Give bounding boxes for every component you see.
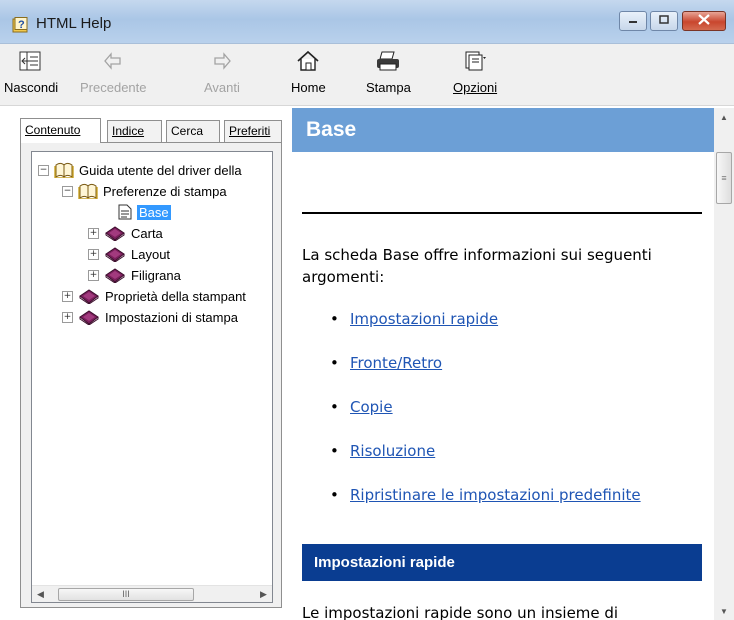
open-book-icon (54, 162, 74, 178)
list-item: Ripristinare le impostazioni predefinite (322, 486, 712, 530)
contents-panel: − Guida utente del driver della − Prefer… (20, 142, 282, 608)
page-icon (118, 204, 132, 220)
close-icon (698, 12, 710, 30)
tree-item-root[interactable]: − Guida utente del driver della (38, 160, 242, 180)
navigation-tabs: Contenuto Indice Cerca Preferiti (20, 118, 282, 143)
navigation-pane: Contenuto Indice Cerca Preferiti − Guida… (20, 118, 282, 608)
topic-list: Impostazioni rapide Fronte/Retro Copie R… (322, 310, 712, 530)
book-icon (78, 288, 100, 304)
divider (302, 212, 702, 214)
link-restore-defaults[interactable]: Ripristinare le impostazioni predefinite (350, 486, 641, 504)
minimize-icon (628, 12, 638, 30)
svg-text:?: ? (18, 19, 25, 31)
link-resolution[interactable]: Risoluzione (350, 442, 435, 460)
home-icon (295, 50, 321, 80)
section-text: Le impostazioni rapide sono un insieme d… (302, 604, 619, 620)
tree-item-label: Preferenze di stampa (103, 183, 227, 199)
tree-item-label: Filigrana (131, 267, 181, 283)
back-arrow-icon (102, 50, 124, 80)
tree-item-label: Proprietà della stampant (105, 288, 246, 304)
expand-icon[interactable]: + (88, 227, 99, 239)
tab-favorites[interactable]: Preferiti (224, 120, 282, 142)
forward-label: Avanti (204, 80, 240, 95)
book-icon (78, 309, 100, 325)
scroll-up-icon[interactable]: ▲ (714, 108, 734, 126)
list-item: Impostazioni rapide (322, 310, 712, 354)
section-heading: Impostazioni rapide (302, 544, 702, 581)
scroll-down-icon[interactable]: ▼ (714, 602, 734, 620)
tree-item-base[interactable]: Base (118, 202, 171, 222)
link-copies[interactable]: Copie (350, 398, 393, 416)
back-button[interactable]: Precedente (80, 50, 147, 95)
tree-item-label: Guida utente del driver della (79, 162, 242, 178)
tree-item-label: Layout (131, 246, 171, 262)
contents-tree: − Guida utente del driver della − Prefer… (31, 151, 273, 603)
help-book-icon: ? (12, 17, 30, 38)
tree-item-label: Carta (131, 225, 163, 241)
printer-icon (374, 50, 402, 80)
scrollbar-thumb[interactable]: ≡ (716, 152, 732, 204)
tab-contents[interactable]: Contenuto (20, 118, 101, 143)
tree-item-printer-properties[interactable]: + Proprietà della stampant (62, 286, 246, 306)
scrollbar-thumb[interactable]: III (58, 588, 194, 601)
list-item: Fronte/Retro (322, 354, 712, 398)
close-button[interactable] (682, 11, 726, 31)
tab-search[interactable]: Cerca (166, 120, 220, 142)
open-book-icon (78, 183, 98, 199)
collapse-icon[interactable]: − (38, 164, 49, 176)
vertical-scrollbar[interactable]: ▲ ≡ ▼ (714, 108, 734, 620)
intro-text: La scheda Base offre informazioni sui se… (302, 246, 652, 286)
options-button[interactable]: Opzioni (453, 50, 497, 95)
scroll-left-icon[interactable]: ◀ (32, 586, 49, 602)
link-duplex[interactable]: Fronte/Retro (350, 354, 442, 372)
expand-icon[interactable]: + (62, 311, 73, 323)
maximize-button[interactable] (650, 11, 678, 31)
tree-item-paper[interactable]: + Carta (88, 223, 163, 243)
options-label: Opzioni (453, 80, 498, 95)
back-label: Precedente (80, 80, 147, 95)
tab-index-label: Indice (112, 124, 145, 138)
hide-label: Nascondi (4, 80, 59, 95)
tree-item-watermark[interactable]: + Filigrana (88, 265, 181, 285)
expand-icon[interactable]: + (88, 248, 99, 260)
horizontal-scrollbar[interactable]: ◀ III ▶ (32, 585, 272, 602)
book-icon (104, 246, 126, 262)
list-item: Risoluzione (322, 442, 712, 486)
collapse-icon[interactable]: − (62, 185, 73, 197)
hide-button[interactable]: Nascondi (4, 50, 58, 95)
link-quick-settings[interactable]: Impostazioni rapide (350, 310, 498, 328)
scrollbar-grip: III (122, 589, 130, 599)
forward-arrow-icon (211, 50, 233, 80)
home-label: Home (291, 80, 326, 95)
tab-index[interactable]: Indice (107, 120, 162, 142)
tree-item-print-preferences[interactable]: − Preferenze di stampa (62, 181, 227, 201)
toolbar: Nascondi Precedente Avanti Home Stampa O… (0, 44, 734, 106)
tab-search-label: Cerca (171, 124, 204, 138)
window-title: HTML Help (36, 15, 112, 32)
expand-icon[interactable]: + (88, 269, 99, 281)
scroll-right-icon[interactable]: ▶ (255, 586, 272, 602)
forward-button[interactable]: Avanti (204, 50, 240, 95)
print-button[interactable]: Stampa (366, 50, 411, 95)
list-item: Copie (322, 398, 712, 442)
hide-pane-icon (18, 50, 44, 80)
tab-contents-label: Contenuto (25, 123, 81, 137)
minimize-button[interactable] (619, 11, 647, 31)
book-icon (104, 225, 126, 241)
tab-favorites-label: Preferiti (229, 124, 271, 138)
tree-item-layout[interactable]: + Layout (88, 244, 170, 264)
print-label: Stampa (366, 80, 411, 95)
tree-item-print-settings[interactable]: + Impostazioni di stampa (62, 307, 238, 327)
book-icon (104, 267, 126, 283)
options-icon (462, 50, 488, 80)
title-bar: ? HTML Help (0, 0, 734, 44)
tree-item-label: Impostazioni di stampa (105, 309, 238, 325)
home-button[interactable]: Home (291, 50, 326, 95)
expand-icon[interactable]: + (62, 290, 73, 302)
page-title: Base (292, 108, 714, 152)
tree-item-label: Base (137, 204, 171, 220)
help-content: Base La scheda Base offre informazioni s… (292, 108, 714, 620)
maximize-icon (659, 12, 669, 30)
